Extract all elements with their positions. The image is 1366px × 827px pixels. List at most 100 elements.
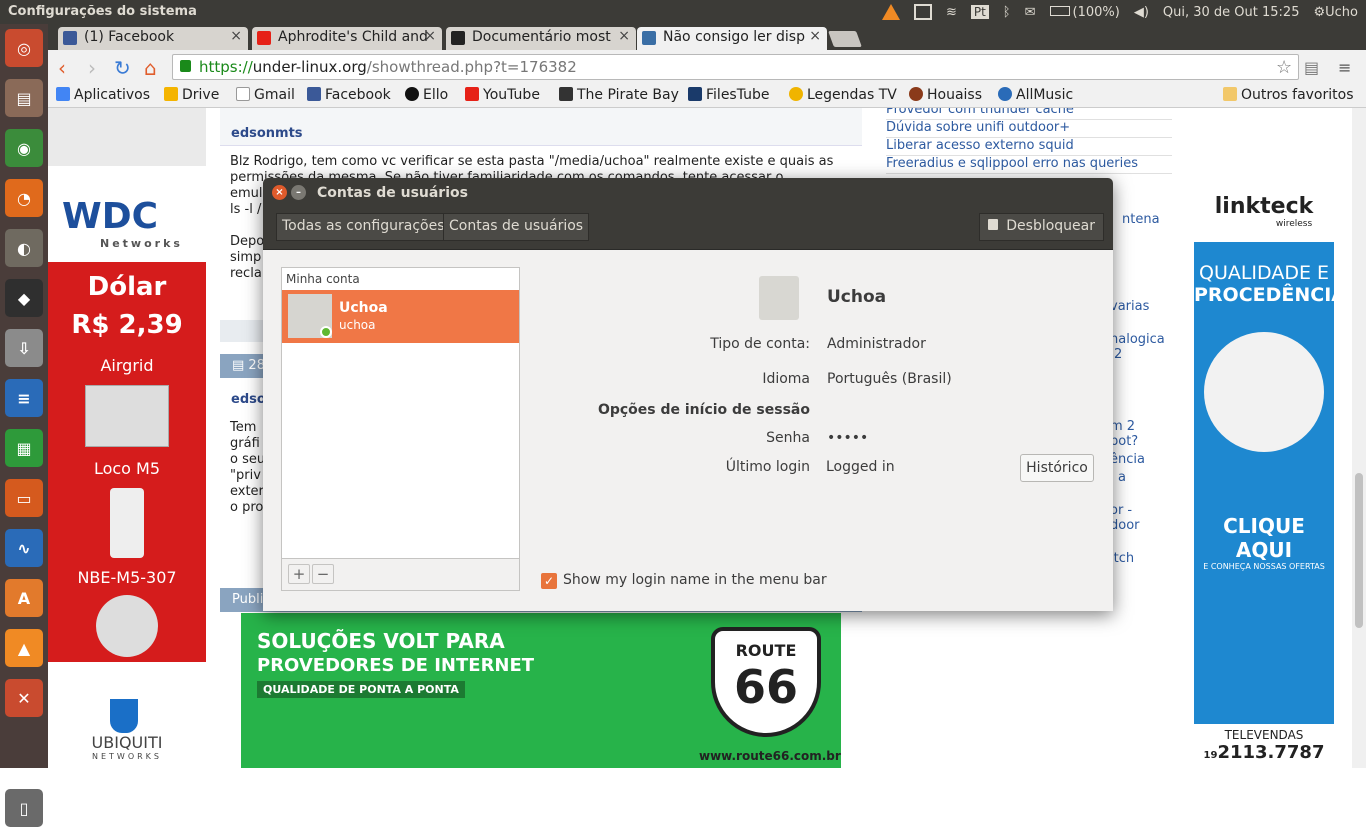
user-row-uchoa[interactable]: Uchoa uchoa [282,290,519,343]
user-list-actions: + − [281,559,520,591]
tab-title: (1) Facebook [84,29,175,45]
reload-icon[interactable]: ↻ [114,56,131,80]
linkteck-ad[interactable]: linkteck wireless QUALIDADE E PROCEDÊNCI… [1194,172,1346,768]
bookmark-gmail[interactable]: Gmail [236,87,295,103]
sidebar-link[interactable]: Liberar acesso externo squid [886,138,1172,156]
impress-icon[interactable]: ▭ [5,479,43,517]
history-button[interactable]: Histórico [1020,454,1094,482]
bookmark-other[interactable]: Outros favoritos [1223,87,1354,103]
unlock-button[interactable]: Desbloquear [979,213,1104,241]
sidebar-fragment[interactable]: a [1118,470,1126,485]
tab-facebook[interactable]: (1) Facebook × [58,27,248,50]
forward-icon[interactable]: › [88,56,96,80]
sidebar-fragment[interactable]: ência [1110,452,1145,467]
user-avatar-large[interactable] [759,276,799,320]
close-icon[interactable]: × [618,28,630,44]
password-value[interactable]: ••••• [827,430,868,446]
installer-icon[interactable]: ⇩ [5,329,43,367]
vlc-launcher-icon[interactable]: ▲ [5,629,43,667]
clock[interactable]: Qui, 30 de Out 15:25 [1163,5,1300,20]
monitor-icon[interactable]: ∿ [5,529,43,567]
wifi-icon[interactable]: ≋ [946,5,957,20]
close-icon[interactable]: × [809,28,821,44]
add-user-button[interactable]: + [288,564,310,584]
bookmark-allmusic[interactable]: AllMusic [998,87,1073,103]
gimp-icon[interactable]: ◐ [5,229,43,267]
language-value[interactable]: Português (Brasil) [827,371,952,387]
minimize-button[interactable]: – [291,185,306,200]
ubiquiti-logo[interactable]: UBIQUITI NETWORKS [48,693,206,768]
volume-icon[interactable]: ◀) [1134,5,1149,20]
sidebar-fragment[interactable]: pot? [1110,434,1138,449]
bookmark-legendastv[interactable]: Legendas TV [789,87,897,103]
breadcrumb-user-accounts[interactable]: Contas de usuários [443,213,590,241]
close-icon[interactable]: × [230,28,242,44]
scrollbar-thumb[interactable] [1355,473,1363,628]
sidebar-fragment[interactable]: door [1110,518,1140,533]
breadcrumb-all-settings[interactable]: Todas as configurações [276,213,451,241]
vlc-icon[interactable] [881,4,900,20]
extension-icon[interactable]: ▤ [1304,58,1319,77]
close-icon[interactable]: × [424,28,436,44]
calc-icon[interactable]: ▦ [5,429,43,467]
bookmark-youtube[interactable]: YouTube [465,87,540,103]
back-icon[interactable]: ‹ [58,56,66,80]
mail-icon[interactable]: ✉ [1025,5,1036,20]
bluetooth-icon[interactable]: ᛒ [1003,5,1011,20]
sidebar-fragment[interactable]: m 2 [1110,419,1135,434]
dolar-value: R$ 2,39 [71,310,183,340]
page-scrollbar[interactable] [1352,108,1366,768]
bookmark-piratebay[interactable]: The Pirate Bay [559,87,679,103]
firefox-icon[interactable]: ◔ [5,179,43,217]
sidebar-fragment[interactable]: nalogica [1110,332,1165,347]
post-header [220,108,862,146]
bookmark-filestube[interactable]: FilesTube [688,87,770,103]
bookmark-facebook[interactable]: Facebook [307,87,391,103]
tab-documentary[interactable]: Documentário most × [446,27,636,50]
session-indicator[interactable]: ⚙ Ucho [1313,5,1358,20]
address-bar[interactable]: https://under-linux.org/showthread.php?t… [172,54,1299,80]
close-button[interactable]: × [272,185,287,200]
page-icon [451,31,465,45]
remove-user-button[interactable]: − [312,564,334,584]
dash-icon[interactable]: ◎ [5,29,43,67]
dolar-ad[interactable]: Dólar R$ 2,39 Airgrid Loco M5 NBE-M5-307 [48,262,206,662]
workspaces-icon[interactable] [913,4,932,20]
menu-icon[interactable]: ≡ [1338,58,1351,77]
trash-icon[interactable]: ▯ [5,789,43,827]
bookmark-star-icon[interactable]: ☆ [1276,57,1292,78]
user-full-name[interactable]: Uchoa [827,287,886,307]
show-login-label[interactable]: Show my login name in the menu bar [563,572,827,588]
bookmark-houaiss[interactable]: Houaiss [909,87,982,103]
bookmark-apps[interactable]: Aplicativos [56,87,150,103]
account-type-value[interactable]: Administrador [827,336,926,352]
chrome-icon[interactable]: ◉ [5,129,43,167]
sidebar-link[interactable]: Freeradius e sqlippool erro nas queries [886,156,1172,174]
volt-banner[interactable]: SOLUÇÕES VOLT PARA PROVEDORES DE INTERNE… [241,613,841,768]
access-point-image [1204,332,1324,452]
inkscape-icon[interactable]: ◆ [5,279,43,317]
show-login-checkbox[interactable]: ✓ [541,573,557,589]
sidebar-fragment[interactable]: itch [1110,551,1134,566]
wdc-logo[interactable]: WDC Networks [48,166,206,262]
files-icon[interactable]: ▤ [5,79,43,117]
home-icon[interactable]: ⌂ [144,56,157,80]
sidebar-fragment[interactable]: varias [1110,299,1149,314]
writer-icon[interactable]: ≡ [5,379,43,417]
keyboard-layout[interactable]: Pt [970,5,989,19]
tab-underlinux[interactable]: Não consigo ler disp × [637,27,827,50]
sidebar-link[interactable]: Dúvida sobre unifi outdoor+ [886,120,1172,138]
sidebar-fragment[interactable]: 2 [1114,347,1122,362]
sidebar-fragment[interactable]: or - [1110,503,1132,518]
new-tab-button[interactable] [828,31,862,47]
tab-youtube[interactable]: Aphrodite's Child and × [252,27,442,50]
software-center-icon[interactable]: A [5,579,43,617]
sidebar-fragment[interactable]: ntena [1122,212,1160,227]
bookmark-ello[interactable]: Ello [405,87,448,103]
bookmark-drive[interactable]: Drive [164,87,219,103]
settings-icon[interactable]: ✕ [5,679,43,717]
post-author-link-2[interactable]: edso [231,392,266,407]
sidebar-link[interactable]: Provedor com thunder cache [886,108,1172,120]
battery-indicator[interactable]: (100%) [1049,5,1120,20]
post-author-link[interactable]: edsonmts [231,126,303,141]
